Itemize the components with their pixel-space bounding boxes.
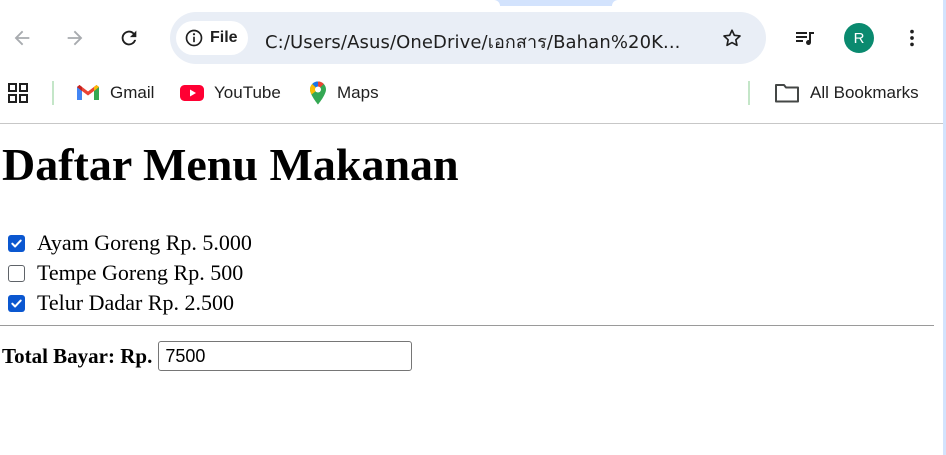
- forward-button[interactable]: [57, 20, 93, 56]
- bookmarks-separator: [748, 81, 750, 105]
- back-button[interactable]: [4, 20, 40, 56]
- kebab-menu-icon: [910, 29, 914, 47]
- menu-checkbox[interactable]: [8, 294, 25, 312]
- bookmarks-separator: [52, 81, 54, 105]
- browser-toolbar: File C:/Users/Asus/OneDrive/เอกสาร/Bahan…: [0, 6, 943, 70]
- menu-item-label: Tempe Goreng Rp. 500: [37, 260, 244, 285]
- profile-avatar[interactable]: R: [844, 23, 874, 53]
- site-info-chip[interactable]: File: [176, 21, 248, 55]
- horizontal-rule: [0, 325, 934, 326]
- all-bookmarks-label: All Bookmarks: [810, 83, 919, 102]
- bookmark-youtube[interactable]: YouTube: [180, 80, 281, 106]
- menu-item-label: Ayam Goreng Rp. 5.000: [37, 230, 252, 255]
- bookmark-maps[interactable]: Maps: [309, 80, 379, 106]
- maps-icon: [310, 81, 326, 105]
- checkmark-icon: [11, 299, 22, 307]
- menu-checkbox[interactable]: [8, 264, 25, 282]
- apps-grid-icon: [8, 83, 28, 103]
- media-control-button[interactable]: [787, 20, 823, 56]
- reload-icon: [121, 30, 137, 46]
- bookmark-gmail[interactable]: Gmail: [76, 80, 154, 106]
- gmail-icon: [77, 85, 99, 100]
- menu-item[interactable]: Ayam Goreng Rp. 5.000: [8, 228, 252, 258]
- folder-icon: [775, 84, 799, 103]
- site-chip-label: File: [210, 29, 238, 46]
- total-row: Total Bayar: Rp.: [2, 340, 413, 372]
- menu-item[interactable]: Tempe Goreng Rp. 500: [8, 258, 252, 288]
- url-text[interactable]: C:/Users/Asus/OneDrive/เอกสาร/Bahan%20K.…: [265, 27, 705, 56]
- bookmark-label: Maps: [337, 83, 379, 102]
- total-label: Total Bayar: Rp.: [2, 343, 153, 368]
- menu-item-label: Telur Dadar Rp. 2.500: [37, 290, 235, 315]
- youtube-icon: [180, 85, 204, 101]
- checkmark-icon: [11, 239, 22, 247]
- bookmarks-bar: Gmail YouTube Maps All Bookmarks: [0, 70, 943, 116]
- arrow-left-icon: [14, 30, 30, 46]
- arrow-right-icon: [67, 30, 83, 46]
- browser-menu-button[interactable]: [894, 20, 930, 56]
- bookmark-star-button[interactable]: [714, 20, 750, 56]
- bookmark-label: Gmail: [110, 83, 155, 102]
- page-title: Daftar Menu Makanan: [2, 139, 459, 190]
- menu-item[interactable]: Telur Dadar Rp. 2.500: [8, 288, 252, 318]
- all-bookmarks-button[interactable]: All Bookmarks: [774, 80, 919, 106]
- apps-button[interactable]: [6, 80, 30, 106]
- star-icon: [723, 29, 741, 47]
- bookmark-label: YouTube: [214, 83, 281, 102]
- menu-list: Ayam Goreng Rp. 5.000 Tempe Goreng Rp. 5…: [8, 228, 252, 318]
- media-queue-icon: [796, 32, 814, 45]
- page-content: Daftar Menu Makanan Ayam Goreng Rp. 5.00…: [0, 124, 943, 455]
- total-input[interactable]: [158, 341, 413, 371]
- address-bar[interactable]: File C:/Users/Asus/OneDrive/เอกสาร/Bahan…: [170, 12, 766, 64]
- menu-checkbox[interactable]: [8, 234, 25, 252]
- info-icon: [185, 29, 203, 47]
- reload-button[interactable]: [111, 20, 147, 56]
